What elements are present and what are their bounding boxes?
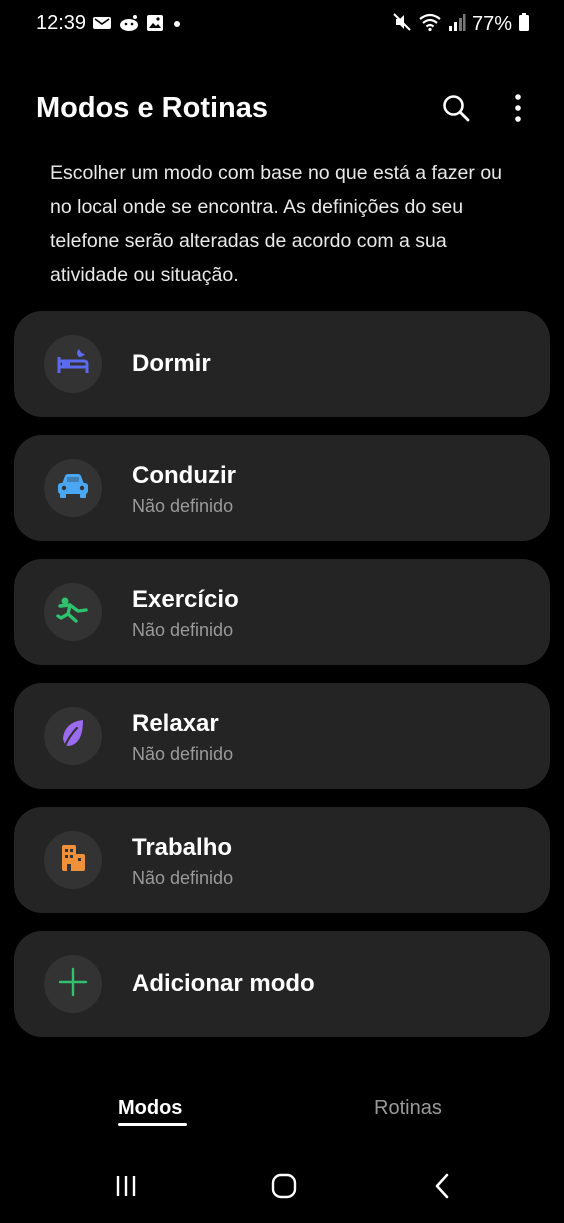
back-icon [432, 1172, 452, 1205]
battery-icon [518, 12, 530, 37]
mode-icon-container [44, 459, 102, 517]
mode-card-relaxar[interactable]: Relaxar Não definido [14, 683, 550, 789]
building-icon [59, 843, 87, 878]
car-icon [56, 472, 90, 505]
gallery-icon [146, 14, 164, 37]
status-time: 12:39 [36, 12, 87, 34]
reddit-icon [118, 14, 140, 37]
mode-icon-container [44, 335, 102, 393]
tab-modos[interactable]: Modos [118, 1097, 182, 1120]
back-button[interactable] [422, 1170, 462, 1206]
mode-status: Não definido [132, 744, 234, 764]
wifi-icon [418, 12, 442, 37]
mode-card-conduzir[interactable]: Conduzir Não definido [14, 435, 550, 541]
message-icon [92, 14, 112, 37]
mode-card-exercicio[interactable]: Exercício Não definido [14, 559, 550, 665]
mute-icon [392, 12, 412, 37]
modes-description: Escolher um modo com base no que está a … [50, 162, 503, 286]
recent-apps-button[interactable] [106, 1170, 146, 1206]
home-button[interactable] [264, 1170, 304, 1206]
status-bar: 12:39 77% [0, 0, 564, 50]
mode-icon-container [44, 955, 102, 1013]
battery-percentage: 77% [471, 13, 512, 35]
add-mode-button[interactable]: Adicionar modo [14, 931, 550, 1037]
plus-icon [58, 967, 88, 1002]
search-icon [441, 93, 471, 128]
mode-title: Relaxar [132, 710, 219, 737]
mode-title: Conduzir [132, 462, 236, 489]
mode-title: Exercício [132, 586, 239, 613]
mode-icon-container [44, 831, 102, 889]
add-mode-label: Adicionar modo [132, 970, 315, 997]
page-title: Modos e Rotinas [36, 92, 269, 124]
mode-title: Dormir [132, 350, 211, 377]
recent-apps-icon [113, 1173, 139, 1204]
signal-icon [448, 12, 466, 37]
dot-icon [170, 14, 184, 37]
home-icon [270, 1172, 298, 1205]
more-options-icon [513, 93, 523, 128]
status-right-icons: 77% [392, 12, 530, 37]
mode-status: Não definido [132, 496, 234, 516]
search-button[interactable] [440, 94, 472, 126]
tab-modos-indicator [118, 1123, 187, 1126]
tab-rotinas[interactable]: Rotinas [374, 1097, 442, 1120]
mode-card-trabalho[interactable]: Trabalho Não definido [14, 807, 550, 913]
status-left-icons [92, 14, 184, 37]
mode-icon-container [44, 583, 102, 641]
mode-title: Trabalho [132, 834, 233, 861]
leaf-icon [59, 718, 87, 755]
mode-icon-container [44, 707, 102, 765]
mode-status: Não definido [132, 868, 234, 888]
more-options-button[interactable] [502, 93, 534, 128]
mode-status: Não definido [132, 620, 234, 640]
running-icon [56, 596, 90, 629]
sleep-bed-icon [56, 347, 90, 382]
mode-card-dormir[interactable]: Dormir [14, 311, 550, 417]
header-actions [440, 93, 534, 128]
